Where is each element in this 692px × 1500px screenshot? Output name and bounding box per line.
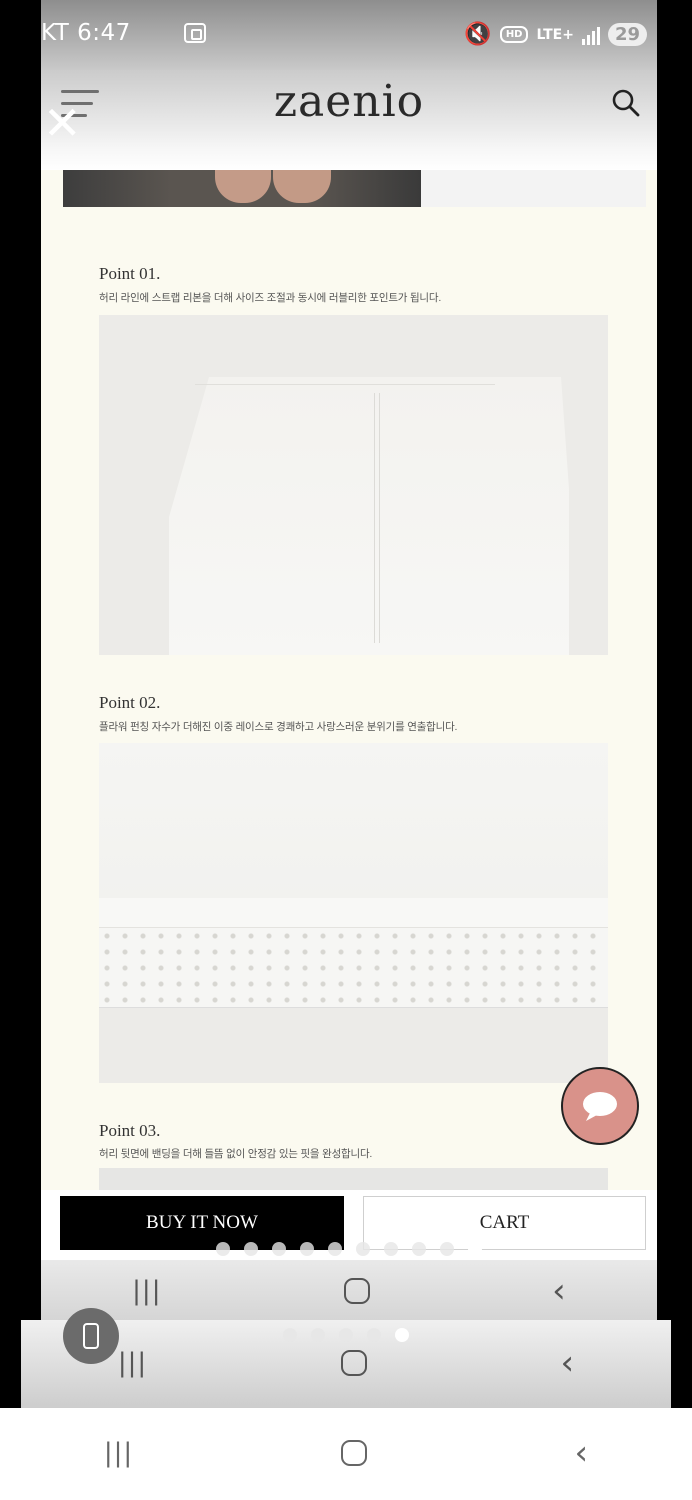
back-icon[interactable]: ‹ (575, 1436, 589, 1470)
recent-apps-icon[interactable]: ||| (104, 1438, 133, 1468)
site-header: ✕ zaenio (41, 70, 657, 170)
status-bar: KT 6:47 🔇 HD LTE+ 29 (41, 0, 657, 70)
home-icon[interactable] (340, 1350, 367, 1376)
system-nav-buttons: ||| ‹ (0, 1436, 692, 1470)
screen-stage: KT 6:47 🔇 HD LTE+ 29 ✕ zaenio Point 01. … (0, 0, 692, 1408)
home-icon[interactable] (343, 1278, 370, 1304)
point-title: Point 01. (99, 264, 161, 283)
inner-navigation-bar: ||| ‹ (41, 1260, 657, 1320)
point-description: 플라워 펀칭 자수가 더해진 이중 레이스로 경쾌하고 사랑스러운 분위기를 연… (99, 721, 458, 733)
brand-logo[interactable]: zaenio (41, 76, 657, 127)
product-photo-lace (99, 743, 608, 1083)
back-icon[interactable]: ‹ (552, 1274, 566, 1308)
hd-voice-icon: HD (499, 26, 529, 43)
screen-capture-icon (183, 23, 206, 43)
point-title: Point 03. (99, 1121, 161, 1140)
outer-navigation-bar: ||| ‹ (21, 1308, 671, 1408)
mute-icon: 🔇 (464, 22, 492, 47)
point-title: Point 02. (99, 693, 161, 712)
recent-apps-icon[interactable]: ||| (118, 1348, 147, 1378)
product-photo-top (63, 170, 646, 207)
status-left: KT 6:47 (41, 20, 206, 46)
phone-screen: KT 6:47 🔇 HD LTE+ 29 ✕ zaenio Point 01. … (41, 0, 657, 1320)
carrier-time: KT 6:47 (41, 20, 131, 46)
battery-badge: 29 (607, 23, 647, 46)
page-indicator (21, 1328, 671, 1342)
outer-nav-buttons: ||| ‹ (21, 1346, 671, 1380)
product-photo-waist (99, 315, 608, 655)
purchase-bar: BUY IT NOW CART (41, 1190, 657, 1260)
point-description: 허리 라인에 스트랩 리본을 더해 사이즈 조절과 동시에 러블리한 포인트가 … (99, 292, 442, 304)
point-description: 허리 뒷면에 밴딩을 더해 들뜸 없이 안정감 있는 핏을 완성합니다. (99, 1148, 373, 1160)
signal-icon (581, 25, 600, 45)
system-navigation-bar: ||| ‹ (0, 1408, 692, 1500)
product-detail-content: Point 01. 허리 라인에 스트랩 리본을 더해 사이즈 조절과 동시에 … (41, 170, 657, 1200)
recent-apps-icon[interactable]: ||| (132, 1276, 161, 1306)
chat-button[interactable] (561, 1067, 639, 1145)
home-icon[interactable] (340, 1440, 367, 1466)
chat-bubble-icon (583, 1092, 617, 1121)
inner-nav-buttons: ||| ‹ (41, 1274, 657, 1308)
page-indicator (41, 1242, 657, 1256)
back-icon[interactable]: ‹ (561, 1346, 575, 1380)
search-icon[interactable] (611, 88, 641, 118)
status-right: 🔇 HD LTE+ 29 (464, 22, 647, 47)
network-type: LTE+ (536, 26, 574, 43)
